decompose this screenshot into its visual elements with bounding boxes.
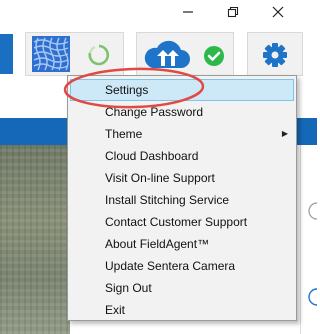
menu-item-exit[interactable]: Exit [70, 299, 294, 321]
map-image [0, 145, 70, 334]
menu-item-change-password[interactable]: Change Password [70, 101, 294, 123]
sidebar-edge [0, 34, 13, 74]
sync-progress-icon [86, 43, 112, 72]
cloud-upload-icon [143, 40, 191, 75]
side-panel [300, 145, 318, 334]
settings-context-menu: Settings Change Password Theme ▶ Cloud D… [67, 75, 297, 321]
menu-item-sign-out[interactable]: Sign Out [70, 277, 294, 299]
close-button[interactable] [258, 0, 298, 24]
submenu-arrow-icon: ▶ [281, 129, 288, 138]
close-icon [272, 6, 284, 18]
restore-icon [227, 6, 239, 18]
menu-item-update-sentera-camera[interactable]: Update Sentera Camera [70, 255, 294, 277]
restore-button[interactable] [213, 0, 253, 24]
minimize-button[interactable] [168, 0, 208, 24]
menu-item-contact-customer-support[interactable]: Contact Customer Support [70, 211, 294, 233]
menu-item-visit-online-support[interactable]: Visit On-line Support [70, 167, 294, 189]
menu-item-theme[interactable]: Theme ▶ [70, 123, 294, 145]
menu-item-install-stitching-service[interactable]: Install Stitching Service [70, 189, 294, 211]
settings-button[interactable] [247, 32, 303, 76]
minimize-icon [182, 6, 194, 18]
menu-item-about-fieldagent[interactable]: About FieldAgent™ [70, 233, 294, 255]
stitch-status-button[interactable] [25, 32, 124, 76]
stitch-grid-icon [32, 36, 70, 77]
settings-gear-icon [262, 42, 288, 73]
menu-item-settings[interactable]: Settings [70, 79, 294, 101]
status-ok-icon [203, 45, 225, 72]
cloud-sync-button[interactable] [136, 32, 234, 76]
main-toolbar [0, 26, 317, 80]
menu-item-label: Theme [105, 127, 143, 141]
menu-item-cloud-dashboard[interactable]: Cloud Dashboard [70, 145, 294, 167]
window-titlebar [0, 0, 317, 26]
